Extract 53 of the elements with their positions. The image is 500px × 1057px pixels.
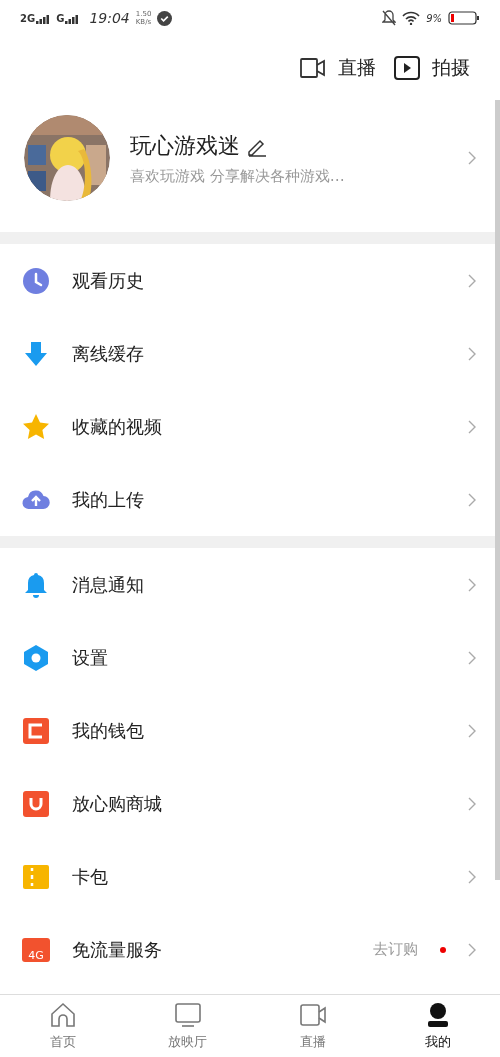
play-icon bbox=[394, 56, 420, 80]
check-icon bbox=[157, 10, 173, 26]
chevron-right-icon bbox=[468, 273, 476, 288]
nav-tab[interactable]: 放映厅 bbox=[125, 995, 250, 1057]
chevron-right-icon bbox=[468, 723, 476, 738]
star-icon bbox=[22, 412, 50, 441]
chevron-right-icon bbox=[468, 419, 476, 434]
hexagon-icon bbox=[22, 643, 50, 672]
scroll-bar[interactable] bbox=[495, 100, 500, 880]
menu-item[interactable]: 卡包 bbox=[72, 864, 446, 889]
chevron-right-icon bbox=[468, 577, 476, 592]
user-name: 玩心游戏迷 bbox=[130, 131, 240, 160]
wallet-icon bbox=[22, 716, 50, 745]
wifi-icon bbox=[402, 11, 421, 25]
clock-icon bbox=[22, 266, 50, 295]
menu-item[interactable]: 设置 bbox=[72, 645, 446, 670]
nav-tab[interactable]: 首页 bbox=[0, 995, 125, 1057]
signal-icon bbox=[65, 14, 80, 24]
menu-item[interactable]: 观看历史 bbox=[72, 268, 446, 293]
menu-item[interactable]: 收藏的视频 bbox=[72, 414, 446, 439]
chevron-right-icon bbox=[468, 796, 476, 811]
user-bio: 喜欢玩游戏 分享解决各种游戏… bbox=[130, 166, 346, 186]
menu-item[interactable]: 消息通知 bbox=[72, 572, 446, 597]
battery-icon bbox=[448, 11, 480, 25]
nav-tab[interactable]: 我的 bbox=[375, 995, 500, 1057]
chevron-right-icon bbox=[468, 650, 476, 665]
video-camera-icon bbox=[300, 56, 326, 80]
bell-off-icon bbox=[382, 10, 397, 26]
chevron-right-icon bbox=[468, 346, 476, 361]
menu-item[interactable]: 离线缓存 bbox=[72, 341, 446, 366]
video-camera-icon bbox=[298, 1001, 327, 1029]
chevron-right-icon bbox=[468, 942, 476, 957]
clock-time: 19:04 bbox=[89, 10, 130, 26]
chevron-right-icon bbox=[468, 869, 476, 884]
network-type: 2G bbox=[20, 12, 36, 24]
nav-tab[interactable]: 直播 bbox=[250, 995, 375, 1057]
battery-percent: 9% bbox=[426, 12, 442, 24]
chevron-right-icon bbox=[468, 492, 476, 507]
network-type: G bbox=[56, 12, 65, 24]
home-icon bbox=[48, 1001, 77, 1029]
menu-item[interactable]: 我的上传 bbox=[72, 487, 446, 512]
shopping-bag-icon bbox=[22, 789, 50, 818]
sim-card-icon: 4G bbox=[22, 937, 50, 962]
chevron-right-icon bbox=[468, 151, 476, 165]
download-icon bbox=[22, 339, 50, 368]
menu-item[interactable]: 放心购商城 bbox=[72, 791, 446, 816]
ticket-icon bbox=[22, 862, 50, 891]
shoot-button[interactable]: 拍摄 bbox=[394, 55, 470, 81]
menu-item[interactable]: 免流量服务 bbox=[72, 937, 351, 962]
live-button[interactable]: 直播 bbox=[300, 55, 376, 81]
menu-item[interactable]: 我的钱包 bbox=[72, 718, 446, 743]
signal-icon bbox=[36, 14, 51, 24]
tv-icon bbox=[173, 1001, 202, 1029]
